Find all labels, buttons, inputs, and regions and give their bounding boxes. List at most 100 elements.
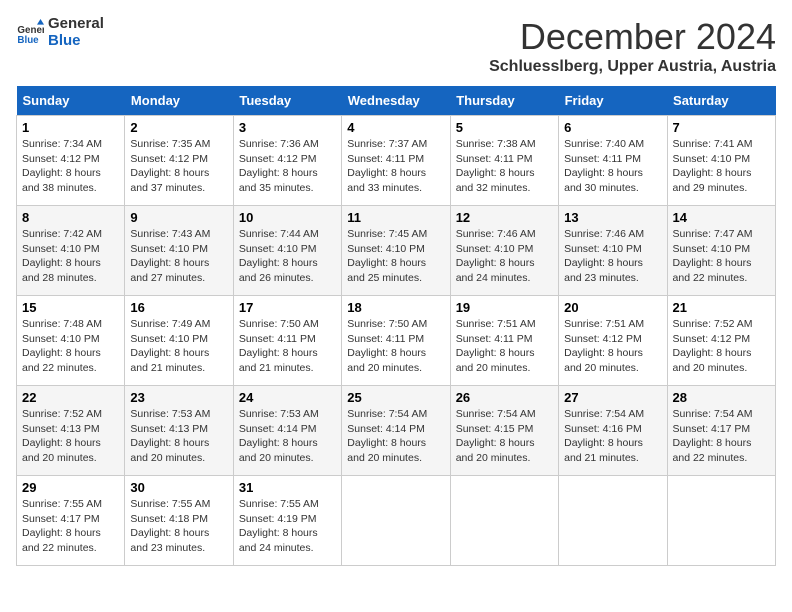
calendar-cell: 12 Sunrise: 7:46 AM Sunset: 4:10 PM Dayl… (450, 206, 558, 296)
calendar-cell: 5 Sunrise: 7:38 AM Sunset: 4:11 PM Dayli… (450, 116, 558, 206)
calendar-row: 29 Sunrise: 7:55 AM Sunset: 4:17 PM Dayl… (17, 476, 776, 566)
calendar-row: 15 Sunrise: 7:48 AM Sunset: 4:10 PM Dayl… (17, 296, 776, 386)
day-info: Sunrise: 7:51 AM Sunset: 4:11 PM Dayligh… (456, 317, 553, 376)
header-tuesday: Tuesday (233, 86, 341, 116)
day-info: Sunrise: 7:54 AM Sunset: 4:17 PM Dayligh… (673, 407, 770, 466)
header-monday: Monday (125, 86, 233, 116)
calendar-title-area: December 2024 Schluesslberg, Upper Austr… (489, 16, 776, 76)
calendar-cell: 3 Sunrise: 7:36 AM Sunset: 4:12 PM Dayli… (233, 116, 341, 206)
day-info: Sunrise: 7:43 AM Sunset: 4:10 PM Dayligh… (130, 227, 227, 286)
day-number: 2 (130, 120, 227, 135)
day-info: Sunrise: 7:44 AM Sunset: 4:10 PM Dayligh… (239, 227, 336, 286)
calendar-table: SundayMondayTuesdayWednesdayThursdayFrid… (16, 86, 776, 566)
day-info: Sunrise: 7:55 AM Sunset: 4:18 PM Dayligh… (130, 497, 227, 556)
day-info: Sunrise: 7:35 AM Sunset: 4:12 PM Dayligh… (130, 137, 227, 196)
day-number: 29 (22, 480, 119, 495)
day-number: 13 (564, 210, 661, 225)
calendar-cell: 15 Sunrise: 7:48 AM Sunset: 4:10 PM Dayl… (17, 296, 125, 386)
day-number: 21 (673, 300, 770, 315)
logo-blue: Blue (48, 32, 81, 49)
day-number: 11 (347, 210, 444, 225)
logo: General Blue General Blue (16, 16, 104, 49)
calendar-cell: 29 Sunrise: 7:55 AM Sunset: 4:17 PM Dayl… (17, 476, 125, 566)
day-info: Sunrise: 7:41 AM Sunset: 4:10 PM Dayligh… (673, 137, 770, 196)
day-info: Sunrise: 7:54 AM Sunset: 4:16 PM Dayligh… (564, 407, 661, 466)
calendar-cell: 9 Sunrise: 7:43 AM Sunset: 4:10 PM Dayli… (125, 206, 233, 296)
day-number: 26 (456, 390, 553, 405)
day-number: 28 (673, 390, 770, 405)
calendar-cell: 27 Sunrise: 7:54 AM Sunset: 4:16 PM Dayl… (559, 386, 667, 476)
calendar-row: 8 Sunrise: 7:42 AM Sunset: 4:10 PM Dayli… (17, 206, 776, 296)
calendar-cell: 10 Sunrise: 7:44 AM Sunset: 4:10 PM Dayl… (233, 206, 341, 296)
calendar-cell: 1 Sunrise: 7:34 AM Sunset: 4:12 PM Dayli… (17, 116, 125, 206)
calendar-cell: 4 Sunrise: 7:37 AM Sunset: 4:11 PM Dayli… (342, 116, 450, 206)
calendar-cell: 19 Sunrise: 7:51 AM Sunset: 4:11 PM Dayl… (450, 296, 558, 386)
calendar-cell: 24 Sunrise: 7:53 AM Sunset: 4:14 PM Dayl… (233, 386, 341, 476)
day-number: 10 (239, 210, 336, 225)
logo-general: General (48, 15, 104, 32)
calendar-cell: 26 Sunrise: 7:54 AM Sunset: 4:15 PM Dayl… (450, 386, 558, 476)
day-number: 23 (130, 390, 227, 405)
calendar-cell (667, 476, 775, 566)
day-number: 20 (564, 300, 661, 315)
calendar-cell: 2 Sunrise: 7:35 AM Sunset: 4:12 PM Dayli… (125, 116, 233, 206)
day-number: 5 (456, 120, 553, 135)
day-info: Sunrise: 7:46 AM Sunset: 4:10 PM Dayligh… (564, 227, 661, 286)
day-info: Sunrise: 7:51 AM Sunset: 4:12 PM Dayligh… (564, 317, 661, 376)
location-title: Schluesslberg, Upper Austria, Austria (489, 58, 776, 76)
day-info: Sunrise: 7:54 AM Sunset: 4:14 PM Dayligh… (347, 407, 444, 466)
logo-icon: General Blue (16, 19, 44, 47)
calendar-cell (450, 476, 558, 566)
calendar-cell: 14 Sunrise: 7:47 AM Sunset: 4:10 PM Dayl… (667, 206, 775, 296)
day-info: Sunrise: 7:46 AM Sunset: 4:10 PM Dayligh… (456, 227, 553, 286)
calendar-cell: 31 Sunrise: 7:55 AM Sunset: 4:19 PM Dayl… (233, 476, 341, 566)
calendar-cell: 28 Sunrise: 7:54 AM Sunset: 4:17 PM Dayl… (667, 386, 775, 476)
day-info: Sunrise: 7:54 AM Sunset: 4:15 PM Dayligh… (456, 407, 553, 466)
day-number: 19 (456, 300, 553, 315)
day-number: 1 (22, 120, 119, 135)
calendar-cell: 23 Sunrise: 7:53 AM Sunset: 4:13 PM Dayl… (125, 386, 233, 476)
calendar-cell: 17 Sunrise: 7:50 AM Sunset: 4:11 PM Dayl… (233, 296, 341, 386)
day-number: 14 (673, 210, 770, 225)
calendar-cell: 21 Sunrise: 7:52 AM Sunset: 4:12 PM Dayl… (667, 296, 775, 386)
day-info: Sunrise: 7:52 AM Sunset: 4:13 PM Dayligh… (22, 407, 119, 466)
day-info: Sunrise: 7:47 AM Sunset: 4:10 PM Dayligh… (673, 227, 770, 286)
header-thursday: Thursday (450, 86, 558, 116)
day-number: 12 (456, 210, 553, 225)
page-header: General Blue General Blue December 2024 … (16, 16, 776, 76)
calendar-cell: 16 Sunrise: 7:49 AM Sunset: 4:10 PM Dayl… (125, 296, 233, 386)
calendar-cell (342, 476, 450, 566)
day-number: 6 (564, 120, 661, 135)
calendar-cell: 8 Sunrise: 7:42 AM Sunset: 4:10 PM Dayli… (17, 206, 125, 296)
day-number: 25 (347, 390, 444, 405)
header-sunday: Sunday (17, 86, 125, 116)
day-info: Sunrise: 7:53 AM Sunset: 4:13 PM Dayligh… (130, 407, 227, 466)
day-info: Sunrise: 7:37 AM Sunset: 4:11 PM Dayligh… (347, 137, 444, 196)
day-number: 3 (239, 120, 336, 135)
day-info: Sunrise: 7:52 AM Sunset: 4:12 PM Dayligh… (673, 317, 770, 376)
calendar-row: 1 Sunrise: 7:34 AM Sunset: 4:12 PM Dayli… (17, 116, 776, 206)
day-number: 9 (130, 210, 227, 225)
calendar-row: 22 Sunrise: 7:52 AM Sunset: 4:13 PM Dayl… (17, 386, 776, 476)
day-info: Sunrise: 7:42 AM Sunset: 4:10 PM Dayligh… (22, 227, 119, 286)
day-number: 8 (22, 210, 119, 225)
header-friday: Friday (559, 86, 667, 116)
calendar-cell: 7 Sunrise: 7:41 AM Sunset: 4:10 PM Dayli… (667, 116, 775, 206)
day-info: Sunrise: 7:50 AM Sunset: 4:11 PM Dayligh… (239, 317, 336, 376)
calendar-cell: 22 Sunrise: 7:52 AM Sunset: 4:13 PM Dayl… (17, 386, 125, 476)
calendar-cell: 6 Sunrise: 7:40 AM Sunset: 4:11 PM Dayli… (559, 116, 667, 206)
day-number: 18 (347, 300, 444, 315)
svg-text:Blue: Blue (17, 34, 39, 45)
day-number: 15 (22, 300, 119, 315)
calendar-cell: 20 Sunrise: 7:51 AM Sunset: 4:12 PM Dayl… (559, 296, 667, 386)
day-info: Sunrise: 7:55 AM Sunset: 4:17 PM Dayligh… (22, 497, 119, 556)
calendar-cell: 25 Sunrise: 7:54 AM Sunset: 4:14 PM Dayl… (342, 386, 450, 476)
day-info: Sunrise: 7:50 AM Sunset: 4:11 PM Dayligh… (347, 317, 444, 376)
day-number: 4 (347, 120, 444, 135)
day-number: 22 (22, 390, 119, 405)
day-number: 16 (130, 300, 227, 315)
header-wednesday: Wednesday (342, 86, 450, 116)
day-info: Sunrise: 7:48 AM Sunset: 4:10 PM Dayligh… (22, 317, 119, 376)
header-saturday: Saturday (667, 86, 775, 116)
day-number: 24 (239, 390, 336, 405)
